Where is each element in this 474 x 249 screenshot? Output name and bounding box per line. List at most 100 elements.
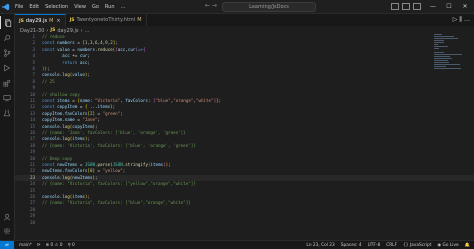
remote-explorer-icon[interactable] [0, 91, 14, 104]
breadcrumb-symbol[interactable]: … [84, 28, 89, 34]
toggle-sidebar-icon[interactable] [391, 3, 399, 10]
menu-run[interactable]: Run [102, 4, 118, 10]
code-token: items [72, 194, 85, 199]
code-token: // {name: 'Jane', favColors: ['blue', 'o… [42, 130, 186, 135]
extensions-icon[interactable] [0, 76, 14, 89]
menu-file[interactable]: File [12, 4, 26, 10]
code-token: ; [87, 59, 90, 65]
cursor-position[interactable]: Ln 23, Col 23 [306, 243, 334, 248]
code-token: // {name: "Victoria", favColors: ["blue"… [42, 200, 191, 206]
code-token: return [62, 59, 80, 65]
code-token: favColors [125, 98, 148, 103]
settings-gear-icon[interactable] [0, 224, 14, 237]
nav-arrows[interactable]: ← → [205, 2, 217, 9]
tab-day29-js[interactable]: JS day29.js M × [15, 14, 66, 27]
git-branch[interactable]: main* [19, 243, 32, 248]
problems-indicator[interactable]: ⊗ 0 ⚠ 0 [46, 243, 63, 248]
maximize-icon[interactable]: ☐ [441, 0, 457, 13]
menu-more[interactable]: … [118, 4, 129, 10]
minimize-icon[interactable]: — [425, 0, 441, 13]
code-token: ; [112, 104, 116, 110]
search-icon[interactable] [0, 31, 14, 44]
menu-go[interactable]: Go [89, 4, 102, 10]
code-token: copyItem [42, 110, 63, 116]
code-token: // Deep copy [42, 155, 73, 161]
code-token: = [95, 168, 103, 174]
code-token: ; [95, 174, 98, 180]
code-token: value [72, 72, 85, 78]
code-token: log [62, 136, 70, 142]
code-token: ; [120, 110, 123, 116]
tab-close-icon[interactable]: × [56, 18, 60, 24]
code-token: const [42, 162, 58, 167]
source-control-icon[interactable] [0, 46, 14, 59]
code-token: ; [115, 40, 118, 46]
activity-bar [0, 14, 15, 240]
close-icon[interactable]: ✕ [457, 0, 473, 13]
code-token: acc [62, 53, 70, 59]
code-token: "blue" [155, 98, 171, 103]
breadcrumb-folder[interactable]: Day21-30 [20, 28, 44, 34]
code-token: reduce [97, 46, 113, 52]
ports-indicator[interactable]: ⚲ 0 [68, 243, 75, 248]
menu-view[interactable]: View [71, 4, 89, 10]
title-bar: File Edit Selection View Go Run … ← → Le… [0, 0, 474, 14]
code-token: items [150, 162, 164, 167]
code-token: items [72, 136, 85, 142]
notifications-bell-icon[interactable]: 🔔 [465, 243, 470, 248]
code-token: copyItem [42, 117, 63, 123]
layout-controls[interactable] [391, 3, 421, 10]
code-token: name [79, 98, 90, 103]
chevron-right-icon: › [46, 27, 49, 34]
indentation[interactable]: Spaces: 4 [341, 243, 362, 248]
language-mode[interactable]: {} JavaScript [403, 243, 431, 248]
editor-actions[interactable]: ▷ ⫼ … [453, 16, 470, 24]
code-token: ; [122, 168, 126, 174]
code-token: "orange" [173, 98, 194, 103]
code-token: ; [87, 53, 90, 59]
menu-selection[interactable]: Selection [42, 4, 71, 10]
code-token: copyItem [57, 104, 78, 110]
code-token: numbers [77, 46, 95, 52]
code-token: "white" [195, 98, 214, 103]
code-token: ; [87, 194, 90, 199]
code-token: = [95, 110, 103, 116]
run-debug-icon[interactable] [0, 61, 14, 74]
encoding[interactable]: UTF-8 [368, 243, 381, 248]
code-token: log [62, 123, 70, 129]
tab-twentyonetothirty-html[interactable]: JS TwentyonetoThirty.html M [66, 14, 147, 26]
code-token: newItems [42, 168, 63, 174]
toggle-secondary-sidebar-icon[interactable] [413, 3, 421, 10]
account-icon[interactable] [0, 210, 14, 223]
sync-icon[interactable]: ⟳ [37, 243, 41, 248]
modified-badge: M [49, 18, 54, 24]
code-editor[interactable]: 1// reduce 2 const numbers = [1,3,6,4,9,2]… [15, 34, 474, 240]
vscode-logo-icon [0, 0, 12, 13]
line-number: 30 [29, 219, 35, 225]
javascript-file-icon: JS [19, 18, 24, 24]
go-live-button[interactable]: ◉ Go Live [437, 243, 458, 248]
code-token: // 25 [42, 78, 55, 84]
minimap[interactable] [434, 34, 464, 74]
explorer-icon[interactable] [0, 16, 15, 29]
testing-icon[interactable] [0, 106, 14, 119]
menu-edit[interactable]: Edit [26, 4, 42, 10]
code-token: // {name: 'Victoria', favColors: ['blue'… [42, 142, 196, 148]
toggle-panel-icon[interactable] [402, 3, 410, 10]
command-center-search[interactable]: Learning/JsDocs [222, 2, 316, 12]
code-token: console [42, 174, 60, 180]
window-controls[interactable]: — ☐ ✕ [425, 0, 473, 13]
code-token: stringify [125, 162, 148, 167]
code-token: JSON [84, 162, 95, 167]
code-token: name [64, 117, 75, 123]
end-of-line[interactable]: CRLF [386, 243, 397, 248]
code-token: log [62, 194, 70, 199]
code-token: = [77, 104, 85, 110]
code-token: items [57, 98, 70, 103]
code-line[interactable]: 30 [15, 220, 474, 226]
code-token: "yellow" [102, 168, 123, 174]
breadcrumb-file[interactable]: day29.js [57, 28, 78, 34]
code-token: "green" [102, 110, 121, 116]
code-token: ; [168, 162, 171, 167]
